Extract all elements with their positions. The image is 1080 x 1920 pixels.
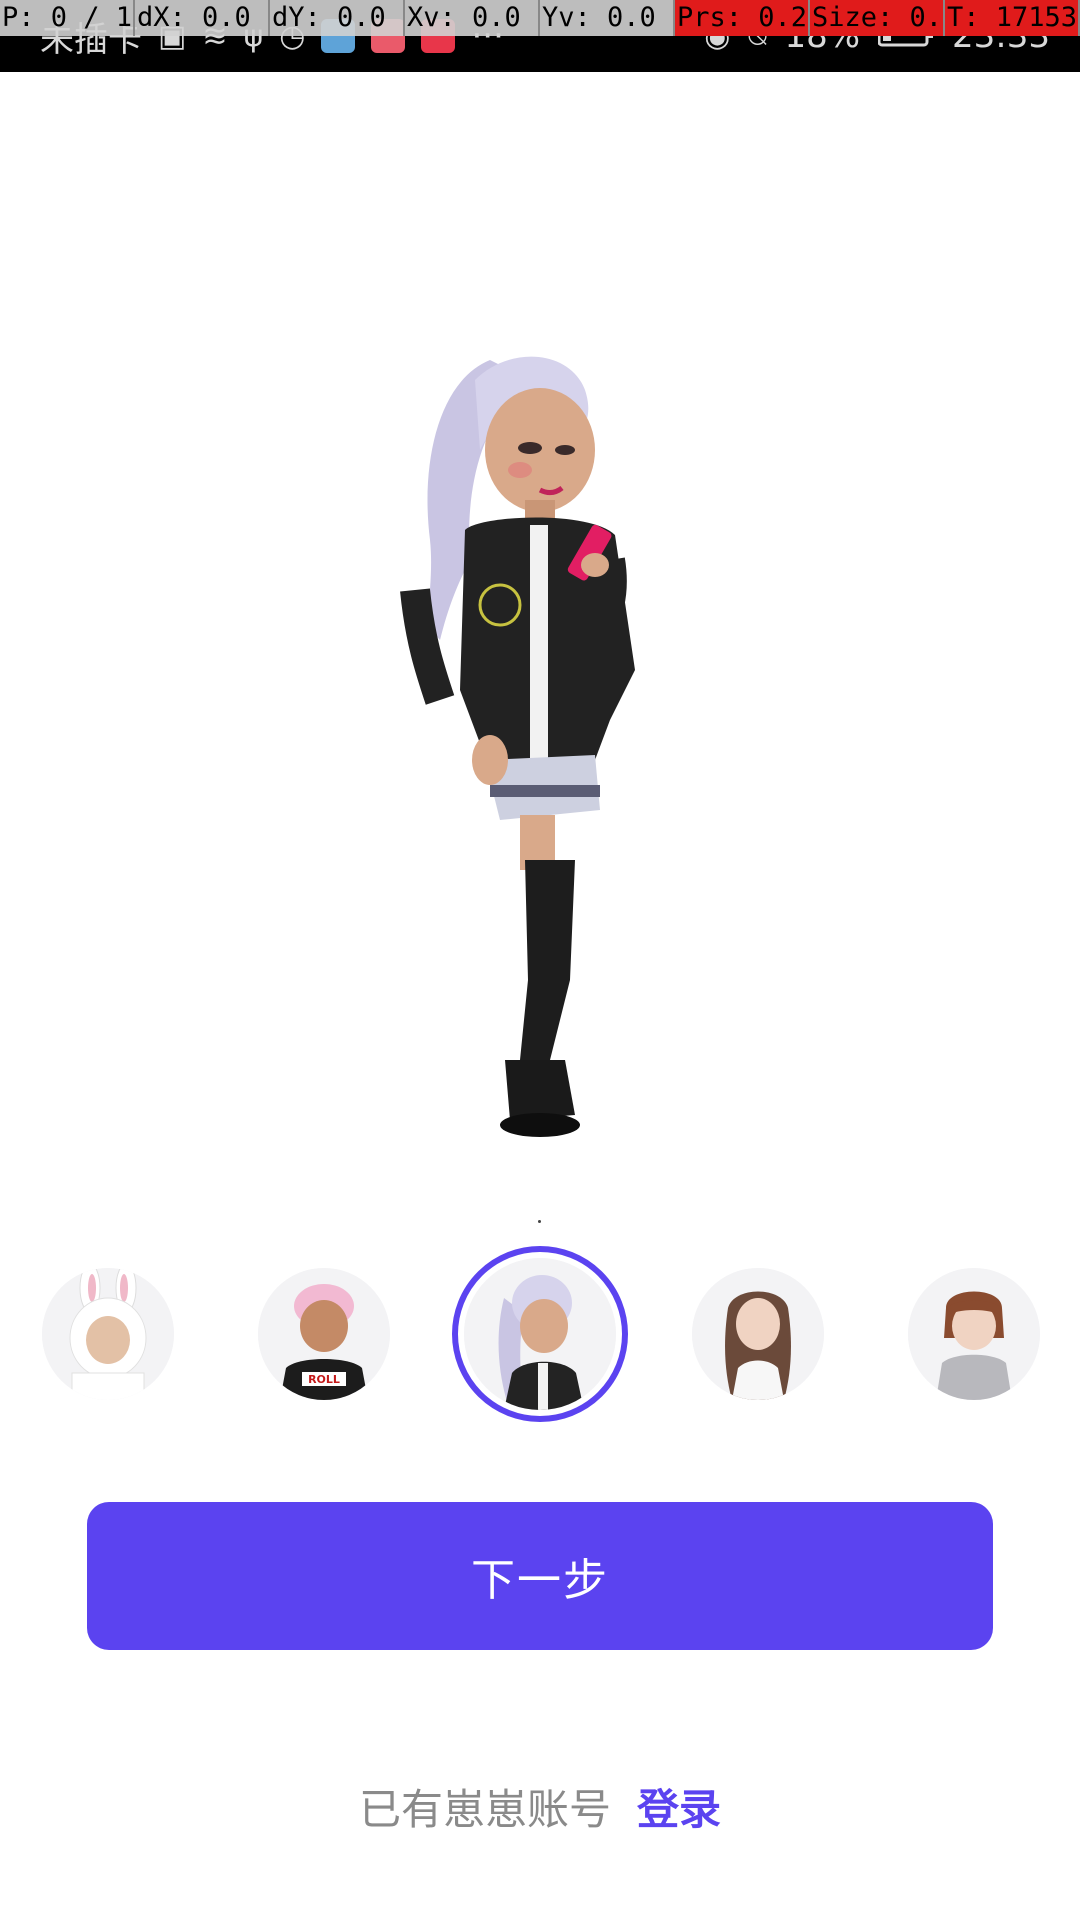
debug-dx: dX: 0.0	[135, 0, 270, 36]
shirt-print-text: ROLL	[308, 1373, 340, 1386]
avatar-option-bunny-hood[interactable]	[42, 1268, 174, 1400]
debug-size: Size: 0.40	[810, 0, 945, 36]
carousel-indicator-dot	[538, 1220, 541, 1223]
avatar-option-long-hair-girl[interactable]	[692, 1268, 824, 1400]
login-link[interactable]: 登录	[637, 1776, 721, 1837]
avatar-preview[interactable]	[380, 340, 720, 1170]
silver-ponytail-girl-avatar-icon	[464, 1258, 616, 1410]
avatar-option-bob-hair-girl[interactable]	[908, 1268, 1040, 1400]
debug-t: T: 171532	[945, 0, 1080, 36]
next-step-button[interactable]: 下一步	[87, 1502, 993, 1650]
avatar-option-pink-hair-boy[interactable]: ROLL	[258, 1268, 390, 1400]
have-account-text: 已有崽崽账号	[358, 1784, 611, 1834]
pointer-debug-overlay: P: 0 / 1 dX: 0.0 dY: 0.0 Xv: 0.0 Yv: 0.0…	[0, 0, 1080, 36]
debug-prs: Prs: 0.20	[675, 0, 810, 36]
debug-dy: dY: 0.0	[270, 0, 405, 36]
debug-pointer: P: 0 / 1	[0, 0, 135, 36]
avatar-option-silver-ponytail-girl[interactable]	[452, 1246, 628, 1422]
avatar-picker: ROLL	[0, 1244, 1080, 1424]
selected-avatar-frame	[464, 1258, 616, 1410]
bunny-hood-avatar-icon	[42, 1268, 174, 1400]
debug-xv: Xv: 0.0	[405, 0, 540, 36]
avatar-figure	[400, 356, 635, 1137]
pink-hair-boy-avatar-icon: ROLL	[258, 1268, 390, 1400]
long-hair-girl-avatar-icon	[692, 1268, 824, 1400]
bob-hair-girl-avatar-icon	[908, 1268, 1040, 1400]
debug-yv: Yv: 0.0	[540, 0, 675, 36]
login-prompt: 已有崽崽账号 登录	[0, 1776, 1080, 1836]
